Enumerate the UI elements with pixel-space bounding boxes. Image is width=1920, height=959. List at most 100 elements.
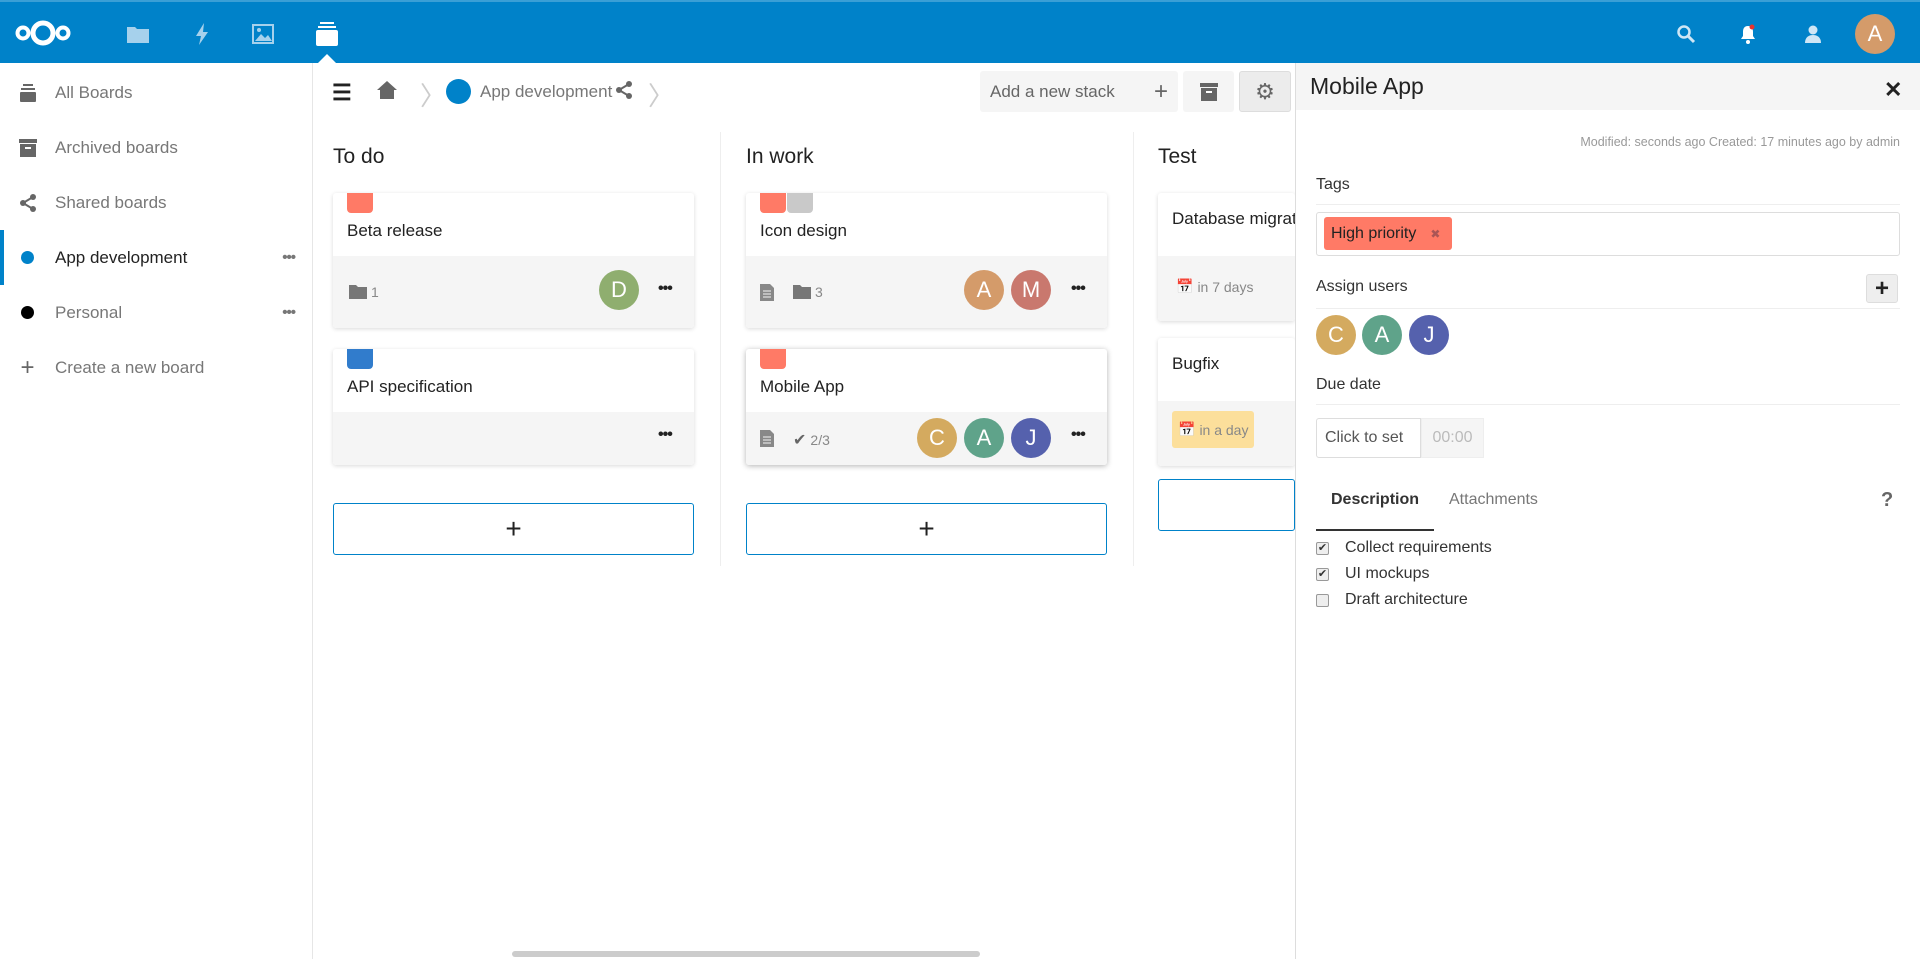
calendar-icon: 📅	[1176, 278, 1193, 295]
sidebar-item-create-board[interactable]: +Create a new board	[0, 340, 313, 395]
archive-icon	[0, 139, 55, 157]
avatar[interactable]: C	[917, 418, 957, 458]
add-card-button[interactable]: +	[746, 503, 1107, 555]
panel-title[interactable]: Mobile App	[1310, 73, 1424, 100]
description-icon	[760, 430, 774, 447]
card-menu-icon[interactable]: •••	[1071, 280, 1085, 298]
folder-icon	[349, 285, 367, 299]
horizontal-scrollbar[interactable]	[512, 951, 980, 957]
active-app-indicator	[317, 54, 337, 64]
archive-icon	[1200, 83, 1218, 101]
avatar[interactable]: D	[599, 270, 639, 310]
add-user-button[interactable]: +	[1866, 274, 1898, 303]
card-details-panel: Mobile App ✕ Modified: seconds ago Creat…	[1295, 63, 1920, 959]
avatar[interactable]: M	[1011, 270, 1051, 310]
tag-label	[347, 193, 373, 213]
more-icon[interactable]: •••	[282, 249, 295, 266]
stack-icon	[0, 84, 55, 102]
avatar[interactable]: A	[964, 270, 1004, 310]
avatar[interactable]: A	[1362, 315, 1402, 355]
avatar[interactable]: C	[1316, 315, 1356, 355]
share-icon[interactable]	[616, 81, 632, 104]
folder-icon	[793, 285, 811, 299]
checkbox-checked-icon[interactable]: ✔	[1316, 568, 1329, 581]
active-tab-indicator	[1316, 529, 1434, 531]
sidebar-item-label: Archived boards	[55, 138, 178, 158]
stack-title: In work	[746, 145, 814, 169]
archive-button[interactable]	[1183, 71, 1234, 112]
remove-tag-icon[interactable]: ✖	[1430, 227, 1440, 241]
close-icon[interactable]: ✕	[1884, 77, 1902, 103]
tag-label	[787, 193, 813, 213]
breadcrumb-board[interactable]: App development	[480, 82, 612, 102]
stack-divider	[1133, 132, 1134, 566]
gallery-icon[interactable]	[249, 20, 277, 48]
breadcrumb-separator: 〉	[648, 76, 674, 113]
card-icon-design[interactable]: Icon design 3AM•••	[746, 193, 1107, 328]
tab-description[interactable]: Description	[1331, 491, 1419, 509]
deck-icon[interactable]	[313, 20, 341, 48]
sidebar-item-label: Shared boards	[55, 193, 167, 213]
search-icon[interactable]	[1672, 20, 1700, 48]
tag-label	[760, 193, 786, 213]
tags-input[interactable]: High priority✖	[1316, 212, 1900, 256]
tab-attachments[interactable]: Attachments	[1449, 491, 1538, 509]
checklist-item[interactable]: ✔Collect requirements	[1316, 539, 1492, 557]
calendar-icon: 📅	[1178, 421, 1195, 438]
breadcrumb-separator: 〉	[420, 76, 446, 113]
card-mobile-app[interactable]: Mobile App ✔2/3CAJ•••	[746, 349, 1107, 465]
sidebar-item-label: App development	[55, 248, 187, 268]
avatar[interactable]: J	[1011, 418, 1051, 458]
stack-title: To do	[333, 145, 384, 169]
checklist-item[interactable]: Draft architecture	[1316, 591, 1468, 609]
sidebar-item-app-development[interactable]: App development •••	[0, 230, 313, 285]
avatar[interactable]: J	[1409, 315, 1449, 355]
tag-high-priority: High priority✖	[1324, 217, 1452, 250]
help-icon[interactable]: ?	[1881, 489, 1893, 512]
card-title: Database migrat	[1172, 209, 1295, 229]
card-title: Bugfix	[1172, 354, 1219, 374]
card-api-specification[interactable]: API specification •••	[333, 349, 694, 465]
card-bugfix[interactable]: Bugfix 📅in a day	[1158, 338, 1295, 466]
add-card-button[interactable]	[1158, 479, 1295, 531]
card-title: API specification	[347, 377, 473, 397]
board-dot-icon	[0, 251, 55, 264]
sidebar-item-shared-boards[interactable]: Shared boards	[0, 175, 313, 230]
files-icon[interactable]	[124, 20, 152, 48]
sidebar-item-label: Create a new board	[55, 358, 204, 378]
top-bar: A	[0, 0, 1920, 63]
attachments-count: 3	[793, 284, 823, 300]
home-icon[interactable]	[377, 81, 397, 104]
menu-toggle-icon[interactable]: ☰	[332, 80, 352, 106]
checkbox-checked-icon[interactable]: ✔	[1316, 542, 1329, 555]
sidebar-item-archived-boards[interactable]: Archived boards	[0, 120, 313, 175]
card-menu-icon[interactable]: •••	[1071, 426, 1085, 444]
notifications-icon[interactable]	[1734, 20, 1762, 48]
card-beta-release[interactable]: Beta release 1D•••	[333, 193, 694, 328]
contacts-icon[interactable]	[1798, 20, 1826, 48]
avatar[interactable]: A	[964, 418, 1004, 458]
sidebar-item-all-boards[interactable]: All Boards	[0, 65, 313, 120]
check-icon: ✔	[793, 430, 806, 450]
due-date-input[interactable]: Click to set	[1316, 418, 1421, 458]
add-card-button[interactable]: +	[333, 503, 694, 555]
sidebar: All Boards Archived boards Shared boards…	[0, 63, 313, 959]
activity-icon[interactable]	[188, 20, 216, 48]
card-menu-icon[interactable]: •••	[658, 426, 672, 444]
checkbox-unchecked-icon[interactable]	[1316, 594, 1329, 607]
gear-icon: ⚙	[1255, 79, 1275, 105]
assign-users-label: Assign users	[1316, 278, 1408, 296]
settings-button[interactable]: ⚙	[1239, 71, 1291, 112]
share-icon	[0, 194, 55, 212]
more-icon[interactable]: •••	[282, 304, 295, 321]
add-stack-placeholder: Add a new stack	[990, 82, 1115, 102]
card-database-migration[interactable]: Database migrat 📅in 7 days	[1158, 193, 1295, 321]
nextcloud-logo[interactable]	[14, 16, 72, 50]
add-stack-input[interactable]: Add a new stack +	[980, 71, 1178, 112]
checklist-item[interactable]: ✔UI mockups	[1316, 565, 1429, 583]
user-avatar[interactable]: A	[1855, 14, 1895, 54]
card-menu-icon[interactable]: •••	[658, 280, 672, 298]
plus-icon[interactable]: +	[1154, 78, 1168, 106]
due-time-input[interactable]: 00:00	[1421, 418, 1484, 458]
sidebar-item-personal[interactable]: Personal•••	[0, 285, 313, 340]
